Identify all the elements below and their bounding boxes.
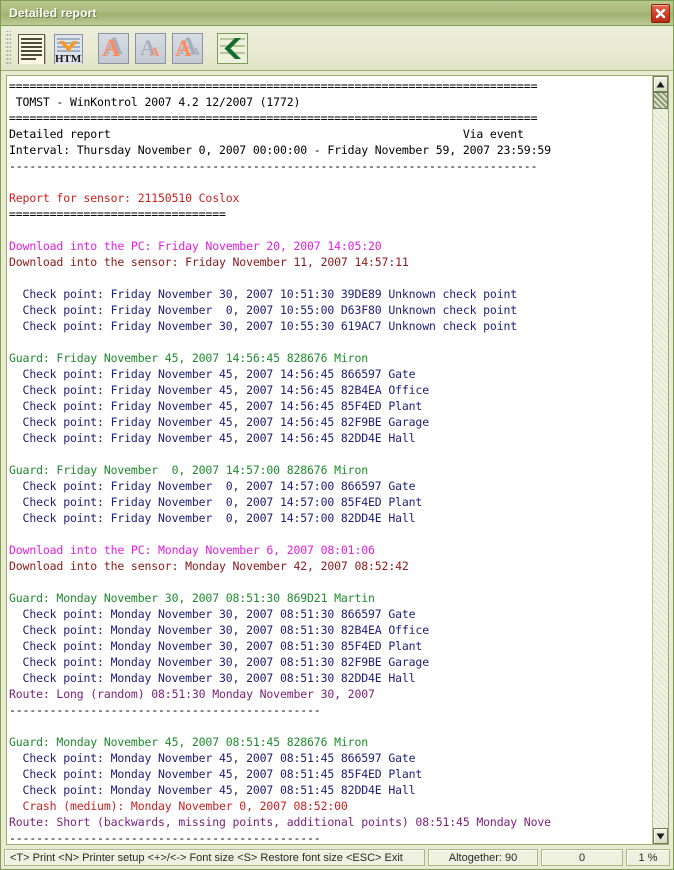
back-button[interactable] [215, 31, 250, 66]
report-line: Check point: Monday November 30, 2007 08… [9, 639, 423, 653]
vertical-scrollbar[interactable] [652, 75, 669, 845]
scrollbar-thumb[interactable] [653, 92, 668, 109]
status-bar: <T> Print <N> Printer setup <+>/<-> Font… [1, 848, 673, 869]
scroll-down-button[interactable] [653, 828, 668, 844]
report-line: Check point: Monday November 45, 2007 08… [9, 783, 416, 797]
report-line [9, 718, 652, 734]
document-icon [16, 33, 47, 64]
close-icon [655, 8, 666, 18]
export-html-button[interactable]: HTML [51, 31, 86, 66]
report-line [9, 526, 652, 542]
report-line [9, 334, 652, 350]
toolbar-grip[interactable] [5, 31, 11, 65]
report-line: ========================================… [9, 79, 538, 93]
report-line [9, 446, 652, 462]
report-line: Detailed report Via event [9, 127, 524, 141]
font-decrease-icon: A A [135, 32, 166, 64]
report-line: Check point: Friday November 45, 2007 14… [9, 399, 423, 413]
status-altogether: Altogether: 90 [428, 849, 538, 866]
chevron-up-icon [656, 81, 665, 87]
report-line: TOMST - WinKontrol 2007 4.2 12/2007 (177… [9, 95, 301, 109]
report-line: Check point: Friday November 30, 2007 10… [9, 287, 518, 301]
report-line [9, 574, 652, 590]
status-current: 0 [541, 849, 623, 866]
report-line: Check point: Friday November 45, 2007 14… [9, 415, 430, 429]
print-report-button[interactable] [14, 31, 49, 66]
report-line: Check point: Monday November 30, 2007 08… [9, 655, 430, 669]
report-line: Check point: Monday November 45, 2007 08… [9, 767, 423, 781]
title-bar: Detailed report [1, 1, 673, 26]
report-line: ----------------------------------------… [9, 703, 321, 717]
font-increase-button[interactable]: A A [96, 31, 131, 66]
report-line: Route: Short (backwards, missing points,… [9, 815, 551, 829]
font-decrease-button[interactable]: A A [133, 31, 168, 66]
report-line: Report for sensor: 21150510 Coslox [9, 191, 240, 205]
font-increase-icon: A A [98, 32, 129, 64]
chevron-down-icon [656, 833, 665, 839]
report-line: Check point: Monday November 30, 2007 08… [9, 671, 416, 685]
report-line: Guard: Monday November 45, 2007 08:51:45… [9, 735, 369, 749]
report-line: ----------------------------------------… [9, 159, 538, 173]
report-line [9, 270, 652, 286]
report-line: Check point: Monday November 45, 2007 08… [9, 751, 416, 765]
report-text: ========================================… [7, 76, 652, 844]
report-line: Download into the PC: Friday November 20… [9, 239, 382, 253]
status-shortcuts: <T> Print <N> Printer setup <+>/<-> Font… [4, 849, 425, 866]
close-button[interactable] [651, 3, 670, 23]
html-export-icon: HTML [53, 33, 84, 64]
report-line: Interval: Thursday November 0, 2007 00:0… [9, 143, 551, 157]
report-line [9, 222, 652, 238]
report-line: Check point: Friday November 45, 2007 14… [9, 383, 430, 397]
window-title: Detailed report [9, 6, 97, 20]
report-line: Check point: Friday November 0, 2007 14:… [9, 511, 416, 525]
report-line: ----------------------------------------… [9, 831, 321, 844]
report-line: Guard: Friday November 45, 2007 14:56:45… [9, 351, 369, 365]
report-line: Route: Long (random) 08:51:30 Monday Nov… [9, 687, 375, 701]
report-pane: ========================================… [6, 75, 652, 845]
report-line: Check point: Friday November 45, 2007 14… [9, 431, 416, 445]
report-body: ========================================… [1, 71, 673, 848]
report-line: Check point: Monday November 30, 2007 08… [9, 607, 416, 621]
report-line: Guard: Monday November 30, 2007 08:51:30… [9, 591, 375, 605]
report-line: Download into the sensor: Friday Novembe… [9, 255, 409, 269]
report-line: Download into the sensor: Monday Novembe… [9, 559, 409, 573]
report-line: Check point: Friday November 0, 2007 14:… [9, 495, 423, 509]
status-percent: 1 % [626, 849, 670, 866]
report-line: ================================ [9, 207, 226, 221]
detailed-report-window: Detailed report HTM A A A A A A A ======… [0, 0, 674, 870]
report-line: Check point: Monday November 30, 2007 08… [9, 623, 430, 637]
report-line: Check point: Friday November 0, 2007 14:… [9, 479, 416, 493]
report-line: Check point: Friday November 45, 2007 14… [9, 367, 416, 381]
back-arrow-icon [217, 32, 248, 64]
font-restore-button[interactable]: A A A [170, 31, 205, 66]
report-line: ========================================… [9, 111, 538, 125]
report-line: Guard: Friday November 0, 2007 14:57:00 … [9, 463, 369, 477]
report-line: Crash (medium): Monday November 0, 2007 … [9, 799, 348, 813]
toolbar: HTML A A A A A [1, 26, 673, 71]
font-restore-icon: A A A [172, 32, 203, 64]
scrollbar-track[interactable] [653, 92, 668, 828]
report-line [9, 174, 652, 190]
report-line: Check point: Friday November 30, 2007 10… [9, 319, 518, 333]
scroll-up-button[interactable] [653, 76, 668, 92]
report-line: Download into the PC: Monday November 6,… [9, 543, 375, 557]
report-line: Check point: Friday November 0, 2007 10:… [9, 303, 518, 317]
